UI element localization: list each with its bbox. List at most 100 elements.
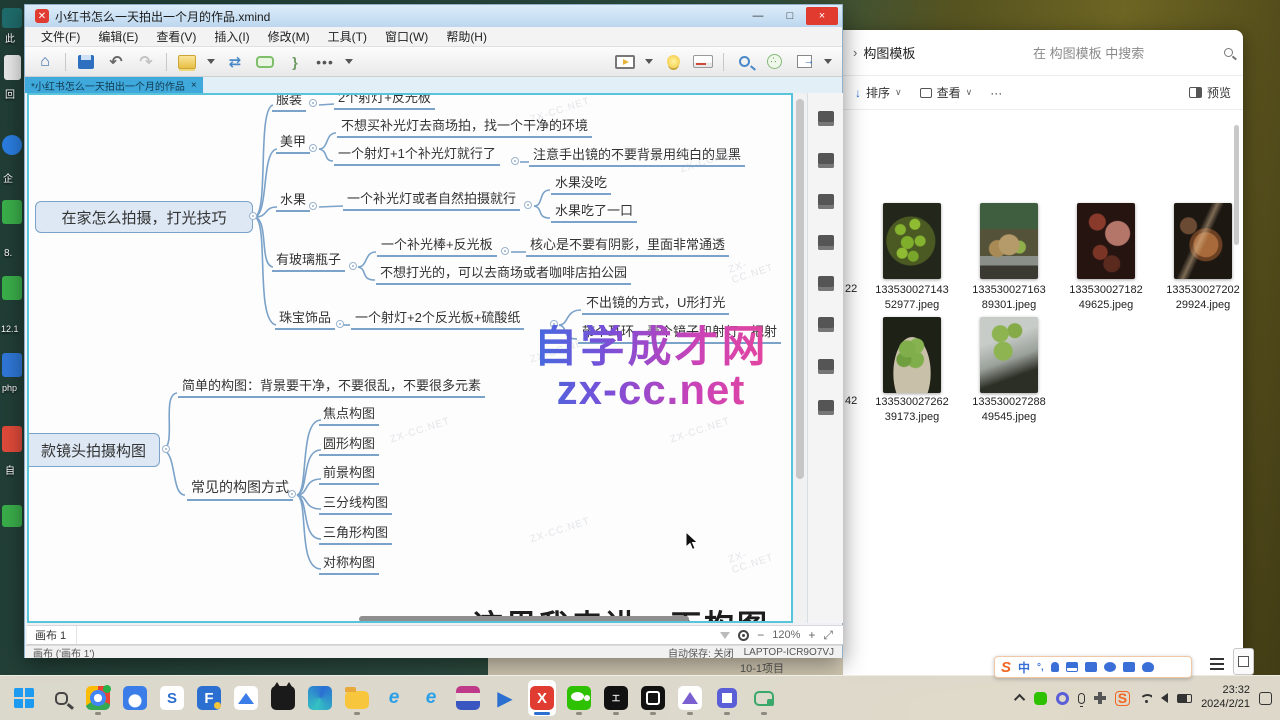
visibility-icon[interactable]: [738, 630, 749, 641]
skin-icon[interactable]: [1085, 662, 1097, 672]
file-thumbnail-dark-fruits[interactable]: [1077, 203, 1135, 279]
mindmap-topic[interactable]: 简单的构图：背景要干净，不要很乱，不要很多元素: [178, 375, 485, 398]
battery-icon[interactable]: [1177, 694, 1192, 703]
screen-recorder-icon[interactable]: [639, 680, 667, 716]
mindmap-topic[interactable]: 一个射灯+2个反光板+硫酸纸: [351, 307, 524, 330]
mindmap-topic[interactable]: 美甲: [276, 131, 310, 154]
mindmap-topic[interactable]: 有玻璃瓶子: [272, 249, 345, 272]
file-name[interactable]: 13353002720229924.jpeg: [1155, 283, 1251, 313]
mindmap-topic[interactable]: 服装: [272, 93, 306, 112]
insert-topic-dropdown-icon[interactable]: [207, 59, 215, 64]
label-icon[interactable]: [818, 276, 834, 291]
task-icon[interactable]: [818, 400, 834, 415]
menu-help[interactable]: 帮助(H): [438, 26, 495, 47]
file-name[interactable]: 13353002718249625.jpeg: [1058, 283, 1154, 313]
punctuation-icon[interactable]: °,: [1037, 662, 1044, 673]
minimize-button[interactable]: —: [742, 7, 774, 25]
mindmap-topic[interactable]: 前景构图: [319, 462, 379, 485]
shield-icon[interactable]: [1142, 662, 1154, 672]
s-browser-icon[interactable]: S: [158, 680, 186, 716]
desktop-icon-php[interactable]: [2, 353, 22, 377]
desktop-icon-app-green[interactable]: [2, 200, 22, 224]
sort-button[interactable]: ↓ 排序 ∨: [855, 84, 902, 101]
more-options-button[interactable]: ···: [990, 86, 1002, 100]
explorer-scrollbar[interactable]: [1234, 125, 1239, 245]
mindmap-canvas[interactable]: ZX-CC.NET ZX-CC.NET ZX-CC.NET ZX-CC.NET …: [27, 93, 793, 623]
mindmap-topic[interactable]: 水果没吃: [551, 172, 611, 195]
tab-close-icon[interactable]: ×: [191, 80, 197, 91]
mindmap-topic[interactable]: 三角形构图: [319, 522, 392, 545]
voice-input-icon[interactable]: [1051, 662, 1059, 672]
collapse-handle[interactable]: [309, 144, 317, 152]
collapse-handle[interactable]: [349, 262, 357, 270]
home-icon[interactable]: ⌂: [35, 53, 55, 71]
collapse-handle[interactable]: [288, 490, 296, 498]
redo-icon[interactable]: ↷: [136, 53, 156, 71]
comment-icon[interactable]: [818, 359, 834, 374]
photos-icon[interactable]: [232, 680, 260, 716]
menu-file[interactable]: 文件(F): [33, 26, 88, 47]
taskbar-search-icon[interactable]: [47, 680, 75, 716]
desktop-icon-app-green-3[interactable]: [2, 505, 22, 527]
close-button[interactable]: ×: [806, 7, 838, 25]
menu-tools[interactable]: 工具(T): [320, 26, 375, 47]
f-app-icon[interactable]: F: [195, 680, 223, 716]
chrome-icon[interactable]: [84, 680, 112, 716]
preview-toggle-button[interactable]: 预览: [1189, 84, 1231, 101]
file-name[interactable]: 13353002714352977.jpeg: [864, 283, 960, 313]
tray-expand-icon[interactable]: [1017, 694, 1025, 702]
mindmap-root-topic[interactable]: 款镜头拍摄构图: [27, 433, 160, 467]
blue-e-browser-icon[interactable]: e: [380, 680, 408, 716]
mindmap-topic[interactable]: 一个补光灯或者自然拍摄就行: [343, 188, 520, 211]
lightbulb-icon[interactable]: [663, 53, 683, 71]
mindmap-topic[interactable]: 不想买补光灯去商场拍，找一个干净的环境: [337, 115, 592, 138]
screen-cast-icon[interactable]: [750, 680, 778, 716]
file-thumbnail-kiwi-plate[interactable]: [980, 203, 1038, 279]
collapse-handle[interactable]: [511, 157, 519, 165]
zoom-search-icon[interactable]: [734, 53, 754, 71]
zoom-out-button[interactable]: −: [757, 628, 764, 642]
file-name[interactable]: 13353002716389301.jpeg: [961, 283, 1057, 313]
smart-assistant-icon[interactable]: [1104, 662, 1116, 672]
mindmap-topic[interactable]: 一个射灯+1个补光灯就行了: [334, 143, 500, 166]
save-icon[interactable]: [76, 53, 96, 71]
desktop-icon-app-red[interactable]: [2, 426, 22, 452]
volume-icon[interactable]: [1161, 693, 1168, 703]
mindmap-topic[interactable]: 焦点构图: [319, 403, 379, 426]
share-icon[interactable]: [764, 53, 784, 71]
potplayer-icon[interactable]: ▶: [491, 680, 519, 716]
desktop-icon-this-pc[interactable]: [2, 8, 22, 28]
collapse-handle[interactable]: [336, 320, 344, 328]
canvas-sheet-tab[interactable]: 画布 1: [27, 626, 77, 644]
fit-window-icon[interactable]: ⤢: [823, 628, 833, 643]
sogou-logo-icon[interactable]: S: [1001, 659, 1011, 676]
mindmap-topic[interactable]: 一个补光棒+反光板: [377, 234, 497, 257]
mindmap-topic[interactable]: 水果: [276, 189, 310, 212]
collapse-handle[interactable]: [309, 99, 317, 107]
collapse-handle[interactable]: [249, 212, 257, 220]
tray-gamebar-icon[interactable]: [1094, 692, 1106, 704]
format-brush-icon[interactable]: [818, 153, 834, 168]
collapse-handle[interactable]: [501, 247, 509, 255]
presentation-icon[interactable]: [615, 53, 635, 71]
desktop-icon-app-green-2[interactable]: [2, 276, 22, 300]
desktop-icon-app-blue[interactable]: [2, 135, 22, 155]
export-dropdown-icon[interactable]: [824, 59, 832, 64]
zoom-level[interactable]: 120%: [772, 629, 800, 641]
winrar-icon[interactable]: [454, 680, 482, 716]
marker-flag-icon[interactable]: [818, 235, 834, 250]
insert-topic-icon[interactable]: [177, 53, 197, 71]
menu-edit[interactable]: 编辑(E): [90, 26, 146, 47]
more-tools-icon[interactable]: •••: [315, 53, 335, 71]
mindmap-topic[interactable]: 圆形构图: [319, 433, 379, 456]
mindmap-topic[interactable]: 三分线构图: [319, 492, 392, 515]
blue-e-browser-icon-2[interactable]: e: [417, 680, 445, 716]
widget-button[interactable]: [1233, 648, 1254, 675]
tray-microphone-icon[interactable]: [1078, 693, 1085, 704]
notification-center-icon[interactable]: [1259, 692, 1272, 705]
undo-icon[interactable]: ↶: [106, 53, 126, 71]
title-bar[interactable]: ✕ 小红书怎么一天拍出一个月的作品.xmind — □ ×: [25, 5, 842, 27]
file-name[interactable]: 13353002726239173.jpeg: [864, 395, 960, 425]
mindmap-topic[interactable]: 不想打光的，可以去商场或者咖啡店拍公园: [376, 262, 631, 285]
notes-icon[interactable]: [818, 317, 834, 332]
